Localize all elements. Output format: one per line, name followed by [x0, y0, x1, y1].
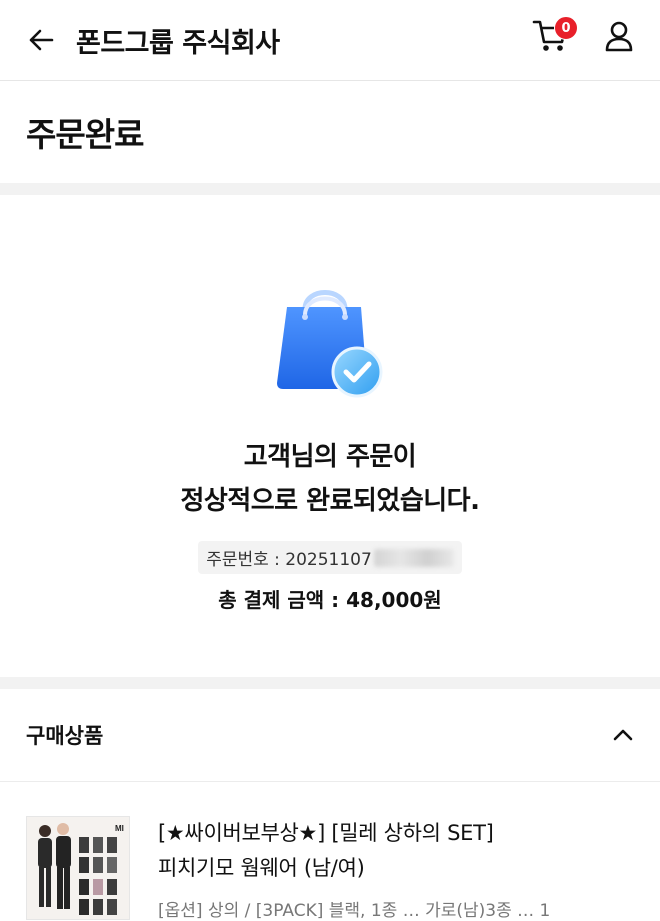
product-option: [옵션] 상의 / [3PACK] 블랙, 1종 … 가로(남)3종 … 1	[158, 901, 551, 921]
svg-text:MI: MI	[115, 824, 124, 833]
purchased-items-header[interactable]: 구매상품	[0, 689, 660, 782]
page-title: 주문완료	[26, 115, 144, 154]
shopping-bag-check-icon	[275, 279, 385, 401]
section-divider	[0, 183, 660, 195]
cart-button[interactable]: 0	[532, 16, 578, 56]
page-title-bar: 주문완료	[0, 81, 660, 183]
cart-count-badge: 0	[554, 16, 578, 40]
back-arrow-icon[interactable]	[26, 25, 56, 55]
purchased-items-title: 구매상품	[26, 724, 104, 748]
order-number-redacted	[373, 548, 454, 567]
order-complete-message: 고객님의 주문이 정상적으로 완료되었습니다.	[181, 435, 480, 523]
store-name: 폰드그룹 주식회사	[76, 27, 280, 59]
order-complete-panel: 고객님의 주문이 정상적으로 완료되었습니다. 주문번호 : 20251107 …	[0, 195, 660, 677]
message-line1: 고객님의 주문이	[243, 442, 417, 472]
total-amount: 총 결제 금액 : 48,000원	[218, 588, 442, 612]
product-name-line2: 피치기모 웜웨어 (남/여)	[158, 856, 365, 880]
order-number: 주문번호 : 20251107	[198, 541, 462, 574]
product-info: [★싸이버보부상★] [밀레 상하의 SET] 피치기모 웜웨어 (남/여) […	[158, 816, 550, 921]
product-name-line1: [★싸이버보부상★] [밀레 상하의 SET]	[158, 821, 494, 845]
order-number-text: 주문번호 : 20251107	[206, 550, 372, 570]
section-divider	[0, 677, 660, 689]
product-thumbnail[interactable]: MI	[26, 816, 130, 920]
chevron-up-icon[interactable]	[612, 726, 634, 745]
top-app-bar: 폰드그룹 주식회사 0	[0, 0, 660, 81]
product-item[interactable]: MI [★싸이버보부상★] [밀레 상하의 SET] 피치기모 웜웨어 (남/여…	[0, 782, 660, 921]
message-line2: 정상적으로 완료되었습니다.	[180, 486, 480, 516]
user-icon[interactable]	[602, 16, 636, 56]
